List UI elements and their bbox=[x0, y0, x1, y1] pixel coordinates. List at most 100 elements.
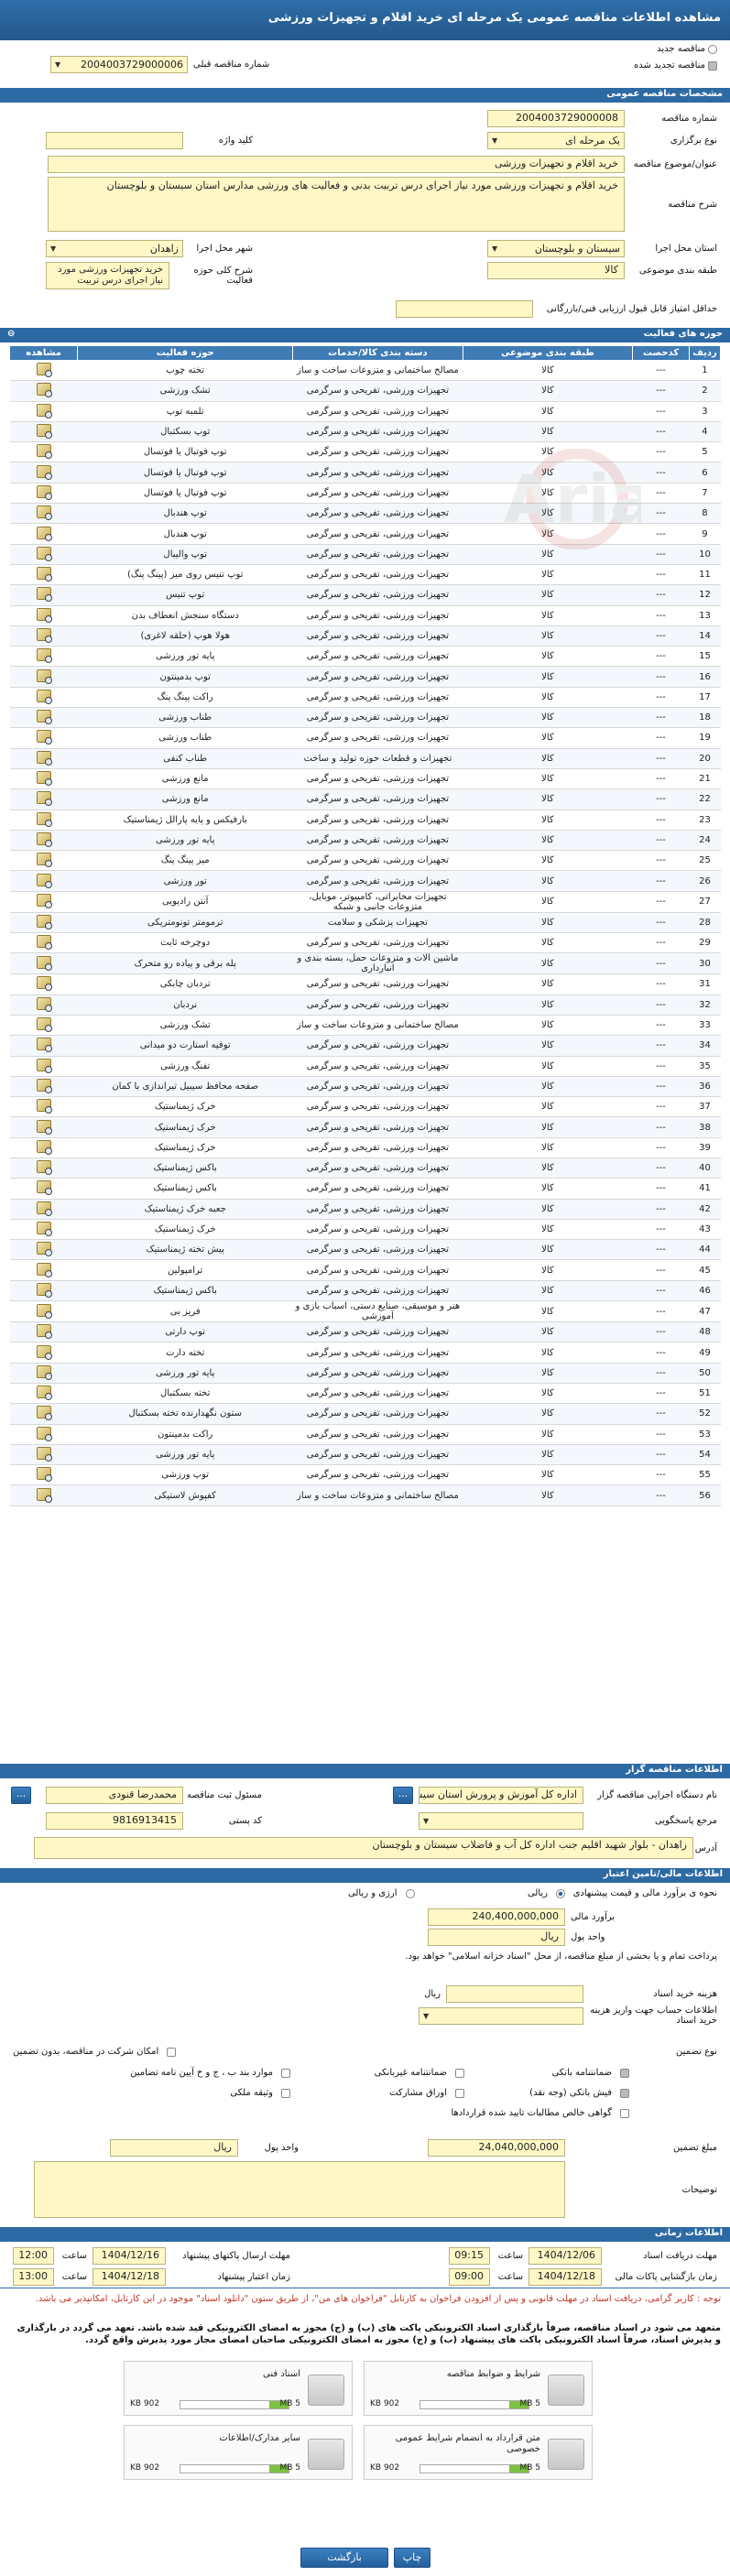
guarantee-bonds-checkbox[interactable] bbox=[455, 2088, 464, 2098]
doc-get-deadline-time[interactable]: 09:15 bbox=[449, 2247, 490, 2265]
view-details-icon[interactable] bbox=[36, 771, 52, 787]
view-details-icon[interactable] bbox=[36, 853, 52, 868]
view-details-icon[interactable] bbox=[36, 1139, 52, 1155]
rial-radio[interactable] bbox=[556, 1888, 565, 1898]
view-details-icon[interactable] bbox=[36, 526, 52, 541]
view-details-icon[interactable] bbox=[36, 1364, 52, 1380]
view-details-icon[interactable] bbox=[36, 363, 52, 378]
description-field[interactable]: خرید اقلام و تجهیزات ورزشی مورد نیاز اجر… bbox=[48, 177, 625, 232]
new-tender-radio[interactable] bbox=[708, 44, 717, 54]
view-details-icon[interactable] bbox=[36, 1262, 52, 1277]
guarantee-amount-field[interactable]: 24,040,000,000 bbox=[428, 2139, 565, 2157]
view-details-icon[interactable] bbox=[36, 996, 52, 1012]
min-score-field[interactable] bbox=[396, 300, 533, 318]
tender-number-field[interactable]: 2004003729000008 bbox=[487, 110, 625, 127]
collapse-icon[interactable]: ⊖ bbox=[7, 329, 15, 339]
view-details-icon[interactable] bbox=[36, 976, 52, 992]
account-select[interactable]: ▼ bbox=[419, 2006, 583, 2025]
view-details-icon[interactable] bbox=[36, 873, 52, 888]
view-details-icon[interactable] bbox=[36, 1201, 52, 1216]
view-details-icon[interactable] bbox=[36, 1446, 52, 1462]
no-guarantee-checkbox[interactable] bbox=[167, 2047, 177, 2057]
validity-time[interactable]: 13:00 bbox=[13, 2268, 54, 2286]
file-card[interactable]: متن قرارداد به انضمام شرایط عمومی خصوصی 9… bbox=[364, 2425, 593, 2480]
address-field[interactable]: زاهدان - بلوار شهید اقلیم جنب اداره کل آ… bbox=[34, 1837, 693, 1859]
view-details-icon[interactable] bbox=[36, 648, 52, 664]
estimate-unit-field[interactable]: ریال bbox=[428, 1929, 565, 1946]
view-details-icon[interactable] bbox=[36, 546, 52, 561]
view-details-icon[interactable] bbox=[36, 1038, 52, 1053]
view-details-icon[interactable] bbox=[36, 1222, 52, 1237]
person-field[interactable]: محمدرضا قنودی bbox=[46, 1787, 183, 1804]
type-select[interactable]: یک مرحله ای ▼ bbox=[487, 132, 625, 149]
new-tender-option[interactable]: مناقصه جدید bbox=[657, 44, 717, 54]
view-details-icon[interactable] bbox=[36, 1160, 52, 1176]
prev-tender-select[interactable]: 2004003729000006 ▼ bbox=[50, 56, 188, 73]
view-details-icon[interactable] bbox=[36, 668, 52, 684]
view-details-icon[interactable] bbox=[36, 689, 52, 704]
org-name-field[interactable]: اداره کل آموزش و پرورش استان سیستان bbox=[419, 1787, 583, 1804]
fee-field[interactable] bbox=[446, 1985, 583, 2003]
view-details-icon[interactable] bbox=[36, 1017, 52, 1033]
view-details-icon[interactable] bbox=[36, 1282, 52, 1298]
file-card[interactable]: اسناد فنی 902 KB 5 MB bbox=[124, 2361, 353, 2416]
send-deadline-date[interactable]: 1404/12/16 bbox=[93, 2247, 166, 2265]
view-details-icon[interactable] bbox=[36, 935, 52, 951]
guarantee-clause-checkbox[interactable] bbox=[281, 2068, 290, 2078]
view-details-icon[interactable] bbox=[36, 914, 52, 929]
view-details-icon[interactable] bbox=[36, 505, 52, 521]
category-field[interactable]: کالا bbox=[487, 262, 625, 279]
view-details-icon[interactable] bbox=[36, 587, 52, 603]
view-details-icon[interactable] bbox=[36, 424, 52, 440]
guarantee-bank-checkbox[interactable] bbox=[620, 2068, 629, 2078]
view-details-icon[interactable] bbox=[36, 791, 52, 807]
view-details-icon[interactable] bbox=[36, 464, 52, 480]
view-details-icon[interactable] bbox=[36, 1487, 52, 1503]
ref-select[interactable]: ▼ bbox=[419, 1812, 583, 1830]
subject-field[interactable]: خرید اقلام و تجهیزات ورزشی bbox=[48, 156, 625, 173]
renew-tender-option[interactable]: مناقصه تجدید شده bbox=[634, 60, 717, 71]
guarantee-cash-checkbox[interactable] bbox=[620, 2088, 629, 2098]
file-card[interactable]: شرایط و ضوابط مناقصه 902 KB 5 MB bbox=[364, 2361, 593, 2416]
view-details-icon[interactable] bbox=[36, 1058, 52, 1073]
keyword-field[interactable] bbox=[46, 132, 183, 149]
print-button[interactable]: چاپ bbox=[394, 2548, 430, 2568]
view-details-icon[interactable] bbox=[36, 1180, 52, 1196]
province-select[interactable]: سیستان و بلوچستان ▼ bbox=[487, 240, 625, 257]
view-details-icon[interactable] bbox=[36, 955, 52, 971]
city-select[interactable]: زاهدان ▼ bbox=[46, 240, 183, 257]
view-details-icon[interactable] bbox=[36, 710, 52, 725]
view-details-icon[interactable] bbox=[36, 1406, 52, 1421]
renew-tender-checkbox[interactable] bbox=[708, 60, 717, 71]
org-select-button[interactable]: ... bbox=[393, 1787, 413, 1804]
estimate-field[interactable]: 240,400,000,000 bbox=[428, 1908, 565, 1926]
view-details-icon[interactable] bbox=[36, 567, 52, 582]
open-date[interactable]: 1404/12/18 bbox=[528, 2268, 602, 2286]
rial-currency-radio[interactable] bbox=[405, 1888, 415, 1898]
validity-date[interactable]: 1404/12/18 bbox=[93, 2268, 166, 2286]
person-select-button[interactable]: ... bbox=[11, 1787, 31, 1804]
view-details-icon[interactable] bbox=[36, 750, 52, 766]
doc-get-deadline-date[interactable]: 1404/12/06 bbox=[528, 2247, 602, 2265]
view-details-icon[interactable] bbox=[36, 383, 52, 398]
view-details-icon[interactable] bbox=[36, 1386, 52, 1401]
view-details-icon[interactable] bbox=[36, 1344, 52, 1360]
view-details-icon[interactable] bbox=[36, 1119, 52, 1135]
back-button[interactable]: بازگشت bbox=[300, 2548, 388, 2568]
view-details-icon[interactable] bbox=[36, 1426, 52, 1441]
guarantee-receivables-checkbox[interactable] bbox=[620, 2108, 629, 2118]
file-card[interactable]: سایر مدارک/اطلاعات 902 KB 5 MB bbox=[124, 2425, 353, 2480]
view-details-icon[interactable] bbox=[36, 607, 52, 623]
guarantee-unit-field[interactable]: ریال bbox=[110, 2139, 238, 2157]
view-details-icon[interactable] bbox=[36, 811, 52, 827]
view-details-icon[interactable] bbox=[36, 831, 52, 847]
guarantee-nonbank-checkbox[interactable] bbox=[455, 2068, 464, 2078]
view-details-icon[interactable] bbox=[36, 1099, 52, 1114]
send-deadline-time[interactable]: 12:00 bbox=[13, 2247, 54, 2265]
open-time[interactable]: 09:00 bbox=[449, 2268, 490, 2286]
view-details-icon[interactable] bbox=[36, 628, 52, 643]
view-details-icon[interactable] bbox=[36, 444, 52, 460]
view-details-icon[interactable] bbox=[36, 484, 52, 500]
view-details-icon[interactable] bbox=[36, 1078, 52, 1093]
guarantee-property-checkbox[interactable] bbox=[281, 2088, 290, 2098]
